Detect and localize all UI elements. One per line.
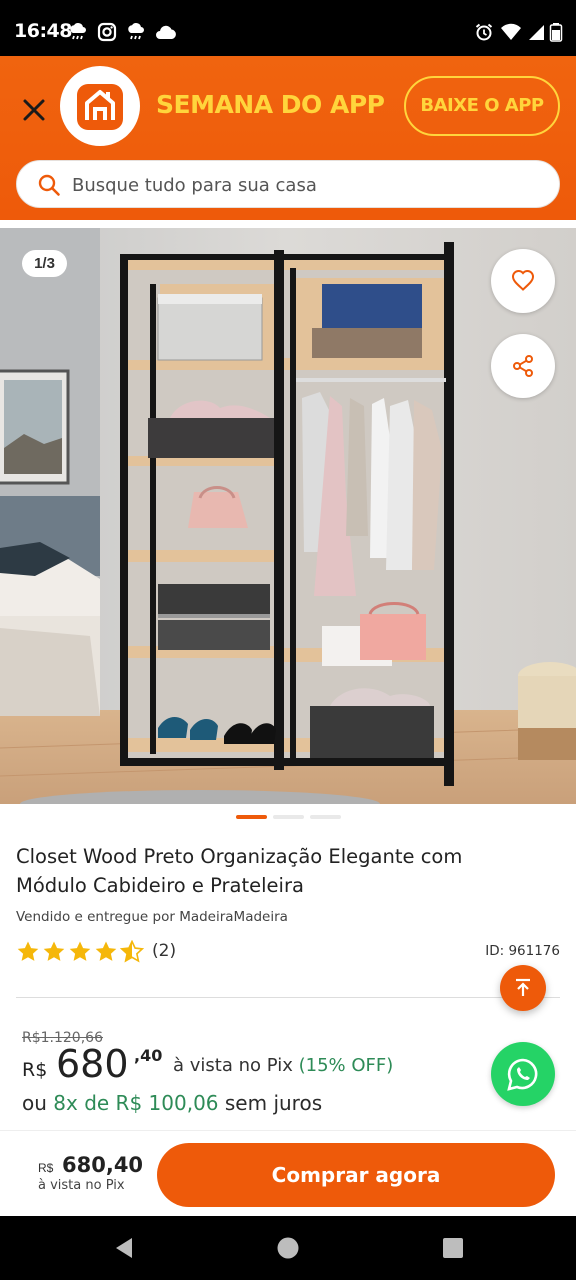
status-bar: 16:48 [0, 0, 576, 56]
promo-title: SEMANA DO APP [156, 90, 385, 119]
carousel-dot[interactable] [273, 815, 304, 819]
divider [16, 997, 560, 998]
arrow-up-icon [516, 978, 530, 996]
buy-bar-subtitle: à vista no Pix [38, 1178, 125, 1193]
download-app-button[interactable]: BAIXE O APP [404, 76, 560, 136]
alarm-icon [475, 23, 493, 41]
buy-bar: R$ 680,40 à vista no Pix Comprar agora [0, 1130, 576, 1216]
search-input[interactable]: Busque tudo para sua casa [16, 160, 560, 208]
instagram-icon [97, 22, 117, 42]
product-image-carousel[interactable]: 1/3 [0, 228, 576, 804]
cloud-icon [156, 25, 176, 39]
back-icon[interactable] [112, 1236, 136, 1260]
installment-info: ou 8x de R$ 100,06 sem juros [22, 1091, 322, 1115]
heart-icon [511, 269, 535, 291]
price-currency: R$ [22, 1059, 48, 1081]
status-time: 16:48 [14, 20, 72, 42]
product-photo [0, 228, 576, 804]
rating-count[interactable]: (2) [152, 941, 176, 961]
cloud-rain-icon [128, 23, 144, 40]
carousel-dot[interactable] [310, 815, 341, 819]
buy-bar-price: 680,40 [62, 1153, 144, 1177]
cloud-rain-icon [70, 23, 86, 40]
recents-icon[interactable] [443, 1238, 463, 1258]
battery-icon [549, 23, 563, 42]
installment-prefix: ou [22, 1091, 47, 1115]
signal-icon [529, 25, 544, 40]
buy-bar-currency: R$ [38, 1161, 54, 1175]
image-counter: 1/3 [22, 250, 67, 277]
price-integer: 680 [56, 1042, 129, 1086]
product-id: ID: 961176 [485, 943, 560, 959]
share-icon [513, 355, 533, 377]
wifi-icon [501, 23, 521, 40]
star-icon [69, 941, 91, 961]
app-logo [60, 66, 140, 146]
navigation-bar [0, 1216, 576, 1280]
favorite-button[interactable] [491, 249, 555, 313]
search-icon [38, 174, 60, 196]
star-icon [43, 941, 65, 961]
app-banner: SEMANA DO APP BAIXE O APP Busque tudo pa… [0, 56, 576, 220]
star-icon [95, 941, 117, 961]
whatsapp-icon [507, 1058, 538, 1091]
installment-value: 8x de R$ 100,06 [53, 1091, 219, 1115]
seller-info: Vendido e entregue por MadeiraMadeira [16, 909, 288, 925]
price-decimal: ,40 [134, 1046, 163, 1065]
buy-now-button[interactable]: Comprar agora [157, 1143, 555, 1207]
home-icon[interactable] [277, 1237, 299, 1259]
close-icon[interactable] [18, 94, 50, 126]
scroll-to-top-button[interactable] [500, 965, 546, 1011]
whatsapp-button[interactable] [491, 1042, 555, 1106]
house-logo-icon [77, 84, 123, 130]
pix-info: à vista no Pix (15% OFF) [173, 1055, 393, 1076]
pix-label: à vista no Pix [173, 1055, 293, 1076]
share-button[interactable] [491, 334, 555, 398]
discount-label: (15% OFF) [298, 1055, 394, 1076]
half-star-icon [120, 940, 144, 962]
installment-suffix: sem juros [224, 1091, 323, 1115]
product-title: Closet Wood Preto Organização Elegante c… [16, 845, 463, 897]
carousel-dot-active[interactable] [236, 815, 267, 819]
rating-stars[interactable] [16, 940, 148, 964]
star-icon [17, 941, 39, 961]
search-placeholder: Busque tudo para sua casa [72, 175, 317, 196]
